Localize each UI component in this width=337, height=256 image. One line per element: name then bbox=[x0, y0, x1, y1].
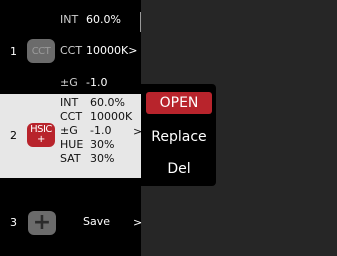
cct-mode-badge: CCT bbox=[27, 39, 55, 63]
int-label: INT bbox=[60, 13, 79, 26]
green-value: -1.0 bbox=[86, 76, 108, 89]
save-button[interactable]: Save bbox=[83, 216, 110, 228]
chevron-right-icon: > bbox=[128, 44, 138, 57]
plus-icon: + bbox=[37, 134, 45, 145]
int-row: INT 60.0% bbox=[60, 14, 121, 26]
cct-value: 10000K bbox=[86, 44, 129, 57]
int-value: 60.0% bbox=[86, 13, 121, 26]
preset-slot-1[interactable]: 1 CCT INT 60.0% CCT 10000K> ±G -1.0 bbox=[0, 0, 141, 92]
hue-row: HUE 30% bbox=[60, 139, 114, 151]
green-value: -1.0 bbox=[90, 124, 112, 137]
cct-row: CCT 10000K bbox=[60, 111, 132, 123]
divider bbox=[140, 12, 141, 32]
preset-slot-2[interactable]: 2 HSIC + INT 60.0% CCT 10000K ±G -1.0 HUE 30… bbox=[0, 94, 142, 178]
cct-label: CCT bbox=[60, 44, 83, 57]
preset-slot-3[interactable]: 3 + Save > bbox=[0, 200, 143, 250]
preset-context-menu: OPEN Replace Del bbox=[141, 84, 216, 186]
open-menu-item[interactable]: OPEN bbox=[146, 92, 212, 114]
add-preset-button[interactable]: + bbox=[28, 211, 56, 235]
sat-value: 30% bbox=[90, 152, 115, 165]
hsic-mode-badge: HSIC + bbox=[27, 123, 55, 147]
green-label: ±G bbox=[60, 124, 78, 137]
cct-row: CCT 10000K> bbox=[60, 45, 137, 57]
int-label: INT bbox=[60, 96, 79, 109]
slot-number: 1 bbox=[10, 45, 17, 58]
int-value: 60.0% bbox=[90, 96, 125, 109]
cct-value: 10000K bbox=[90, 110, 133, 123]
delete-menu-item[interactable]: Del bbox=[146, 158, 212, 180]
int-row: INT 60.0% bbox=[60, 97, 125, 109]
sat-label: SAT bbox=[60, 152, 81, 165]
slot-number: 2 bbox=[10, 129, 17, 142]
hue-value: 30% bbox=[90, 138, 115, 151]
hue-label: HUE bbox=[60, 138, 84, 151]
preset-panel: 1 CCT INT 60.0% CCT 10000K> ±G -1.0 2 HSIC … bbox=[0, 0, 143, 256]
slot-number: 3 bbox=[10, 216, 17, 229]
sat-row: SAT 30% bbox=[60, 153, 114, 165]
replace-menu-item[interactable]: Replace bbox=[146, 126, 212, 148]
green-row: ±G -1.0 bbox=[60, 125, 111, 137]
plus-icon: + bbox=[32, 210, 52, 235]
chevron-right-icon: > bbox=[133, 216, 143, 229]
green-label: ±G bbox=[60, 76, 78, 89]
cct-label: CCT bbox=[60, 110, 83, 123]
green-row: ±G -1.0 bbox=[60, 77, 107, 89]
